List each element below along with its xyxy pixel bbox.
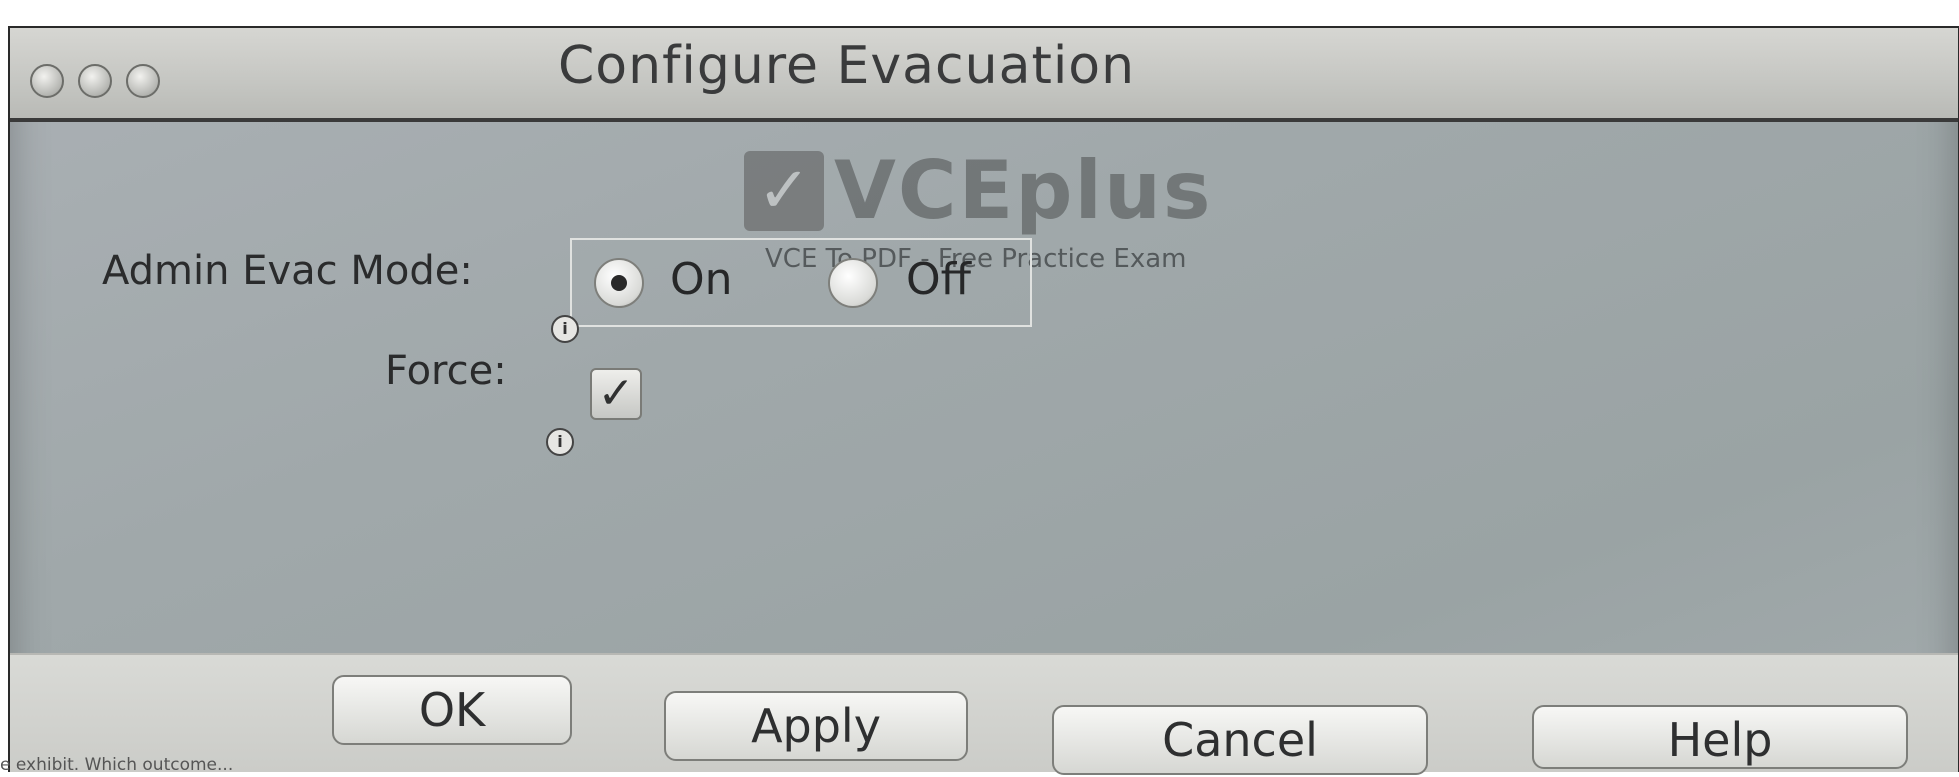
window-title: Configure Evacuation (558, 36, 1136, 96)
watermark-logo: ✓ VCEplus (744, 144, 1213, 237)
cancel-button[interactable]: Cancel (1052, 705, 1428, 775)
minimize-window-icon[interactable] (78, 64, 112, 98)
ok-button[interactable]: OK (332, 675, 572, 745)
apply-button[interactable]: Apply (664, 691, 968, 761)
force-label: Force: (385, 348, 507, 394)
admin-evac-mode-label: Admin Evac Mode: (102, 248, 473, 294)
watermark-brand: VCEplus (834, 144, 1213, 237)
title-bar: Configure Evacuation (10, 28, 1958, 122)
close-window-icon[interactable] (30, 64, 64, 98)
radio-on-label[interactable]: On (670, 254, 733, 305)
radio-on[interactable] (594, 258, 644, 308)
help-button[interactable]: Help (1532, 705, 1908, 769)
button-bar: OK Apply Cancel Help (10, 653, 1958, 775)
radio-off[interactable] (828, 258, 878, 308)
info-icon[interactable]: i (551, 315, 579, 343)
bottom-caption: e exhibit. Which outcome... (0, 755, 234, 775)
evac-mode-radio-group: On Off (570, 238, 1032, 327)
info-icon[interactable]: i (546, 428, 574, 456)
force-checkbox[interactable]: ✓ (590, 368, 642, 420)
zoom-window-icon[interactable] (126, 64, 160, 98)
checkmark-icon: ✓ (744, 150, 824, 231)
radio-off-label[interactable]: Off (906, 254, 971, 305)
configure-evacuation-dialog: Configure Evacuation ✓ VCEplus VCE To PD… (10, 28, 1958, 775)
radio-selected-dot (611, 275, 627, 291)
